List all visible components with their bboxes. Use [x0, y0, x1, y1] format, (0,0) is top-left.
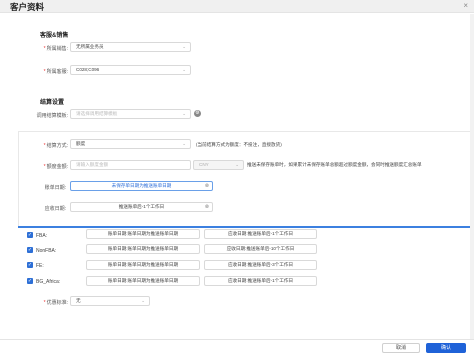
quota-note: 推送未保存账单时，如果累计未保存账单总额超过额度金额，会同时推送额度汇总账单: [247, 162, 422, 167]
due-date-input[interactable]: 推送账单后-1个工作日 ⊗: [70, 202, 213, 212]
channel-bill-fba[interactable]: 账单日期:账单日期为推送账单日期: [86, 229, 200, 239]
cancel-button[interactable]: 取消: [382, 343, 420, 353]
template-select[interactable]: 请选择调用结算模板 ⌄: [70, 109, 191, 119]
checkbox-fba[interactable]: ✓: [27, 232, 33, 238]
method-label: *结算方式:: [43, 143, 68, 149]
chevron-down-icon: ⌄: [182, 67, 186, 72]
chevron-down-icon: ⌄: [182, 141, 186, 146]
checkbox-nonfba[interactable]: ✓: [27, 247, 33, 253]
method-select[interactable]: 额度 ⌄: [70, 139, 191, 149]
confirm-button[interactable]: 确认: [426, 343, 466, 353]
bill-date-label: 账单日期:: [44, 185, 66, 191]
discount-select[interactable]: 无 ⌄: [70, 296, 150, 306]
template-label: 调用结算模板:: [36, 113, 68, 119]
dialog-footer: 取消 确认: [0, 339, 474, 355]
customer-profile-dialog: 客户资料 × 客服&销售 *所属销售: 无所属业务员 ⌄ *所属客服: C028;…: [0, 0, 474, 355]
chevron-down-icon: ⌄: [182, 44, 186, 49]
quota-label: *额度金额:: [43, 164, 68, 170]
channel-bill-fe[interactable]: 账单日期:账单日期为推送账单日期: [86, 260, 200, 270]
sales-select[interactable]: 无所属业务员 ⌄: [70, 42, 191, 52]
settlement-divider: [18, 226, 474, 228]
dialog-title-bar: 客户资料 ×: [0, 0, 474, 13]
gear-icon[interactable]: ⚙: [194, 110, 201, 117]
channel-label-fe: FE:: [36, 263, 44, 269]
chevron-down-icon: ⌄: [141, 298, 145, 303]
channel-due-bg-africa[interactable]: 应收日期:推送账单后-1个工作日: [204, 276, 317, 286]
channel-bill-nonfba[interactable]: 账单日期:账单日期为推送账单日期: [86, 244, 200, 254]
section-title-settlement: 结算设置: [40, 100, 65, 106]
service-label: *所属客服:: [43, 69, 68, 75]
currency-select: CNY ⌄: [193, 160, 244, 170]
close-icon[interactable]: ×: [463, 1, 468, 10]
channel-label-bg-africa: BG_Africa:: [36, 279, 61, 285]
channel-due-nonfba[interactable]: 应收日期:推送账单后-10个工作日: [204, 244, 317, 254]
chevron-down-icon: ⌄: [235, 162, 239, 167]
channel-label-fba: FBA:: [36, 233, 48, 239]
channel-bill-bg-africa[interactable]: 账单日期:账单日期为推送账单日期: [86, 276, 200, 286]
section-title-service: 客服&销售: [40, 33, 69, 39]
checkbox-bg-africa[interactable]: ✓: [27, 278, 33, 284]
bill-date-input[interactable]: 未保存单日期为推送账单日期 ⊗: [70, 181, 213, 191]
channel-label-nonfba: NonFBA:: [36, 248, 57, 254]
service-select[interactable]: C028;C096 ⌄: [70, 65, 191, 75]
channel-due-fba[interactable]: 应收日期:推送账单后-1个工作日: [204, 229, 317, 239]
clear-icon[interactable]: ⊗: [205, 203, 209, 211]
quota-input[interactable]: 请输入额度金额: [70, 160, 191, 170]
checkbox-fe[interactable]: ✓: [27, 262, 33, 268]
discount-label: *优惠标准:: [43, 300, 68, 306]
channel-due-fe[interactable]: 应收日期:推送账单后-3个工作日: [204, 260, 317, 270]
chevron-down-icon: ⌄: [182, 111, 186, 116]
due-date-label: 应收日期:: [44, 206, 66, 212]
sales-label: *所属销售:: [43, 46, 68, 52]
dialog-title: 客户资料: [10, 2, 45, 12]
method-note: (当前结算方式为额度：不投注，直接放货): [196, 142, 282, 147]
scrollbar[interactable]: [470, 14, 474, 339]
clear-icon[interactable]: ⊗: [205, 182, 209, 190]
